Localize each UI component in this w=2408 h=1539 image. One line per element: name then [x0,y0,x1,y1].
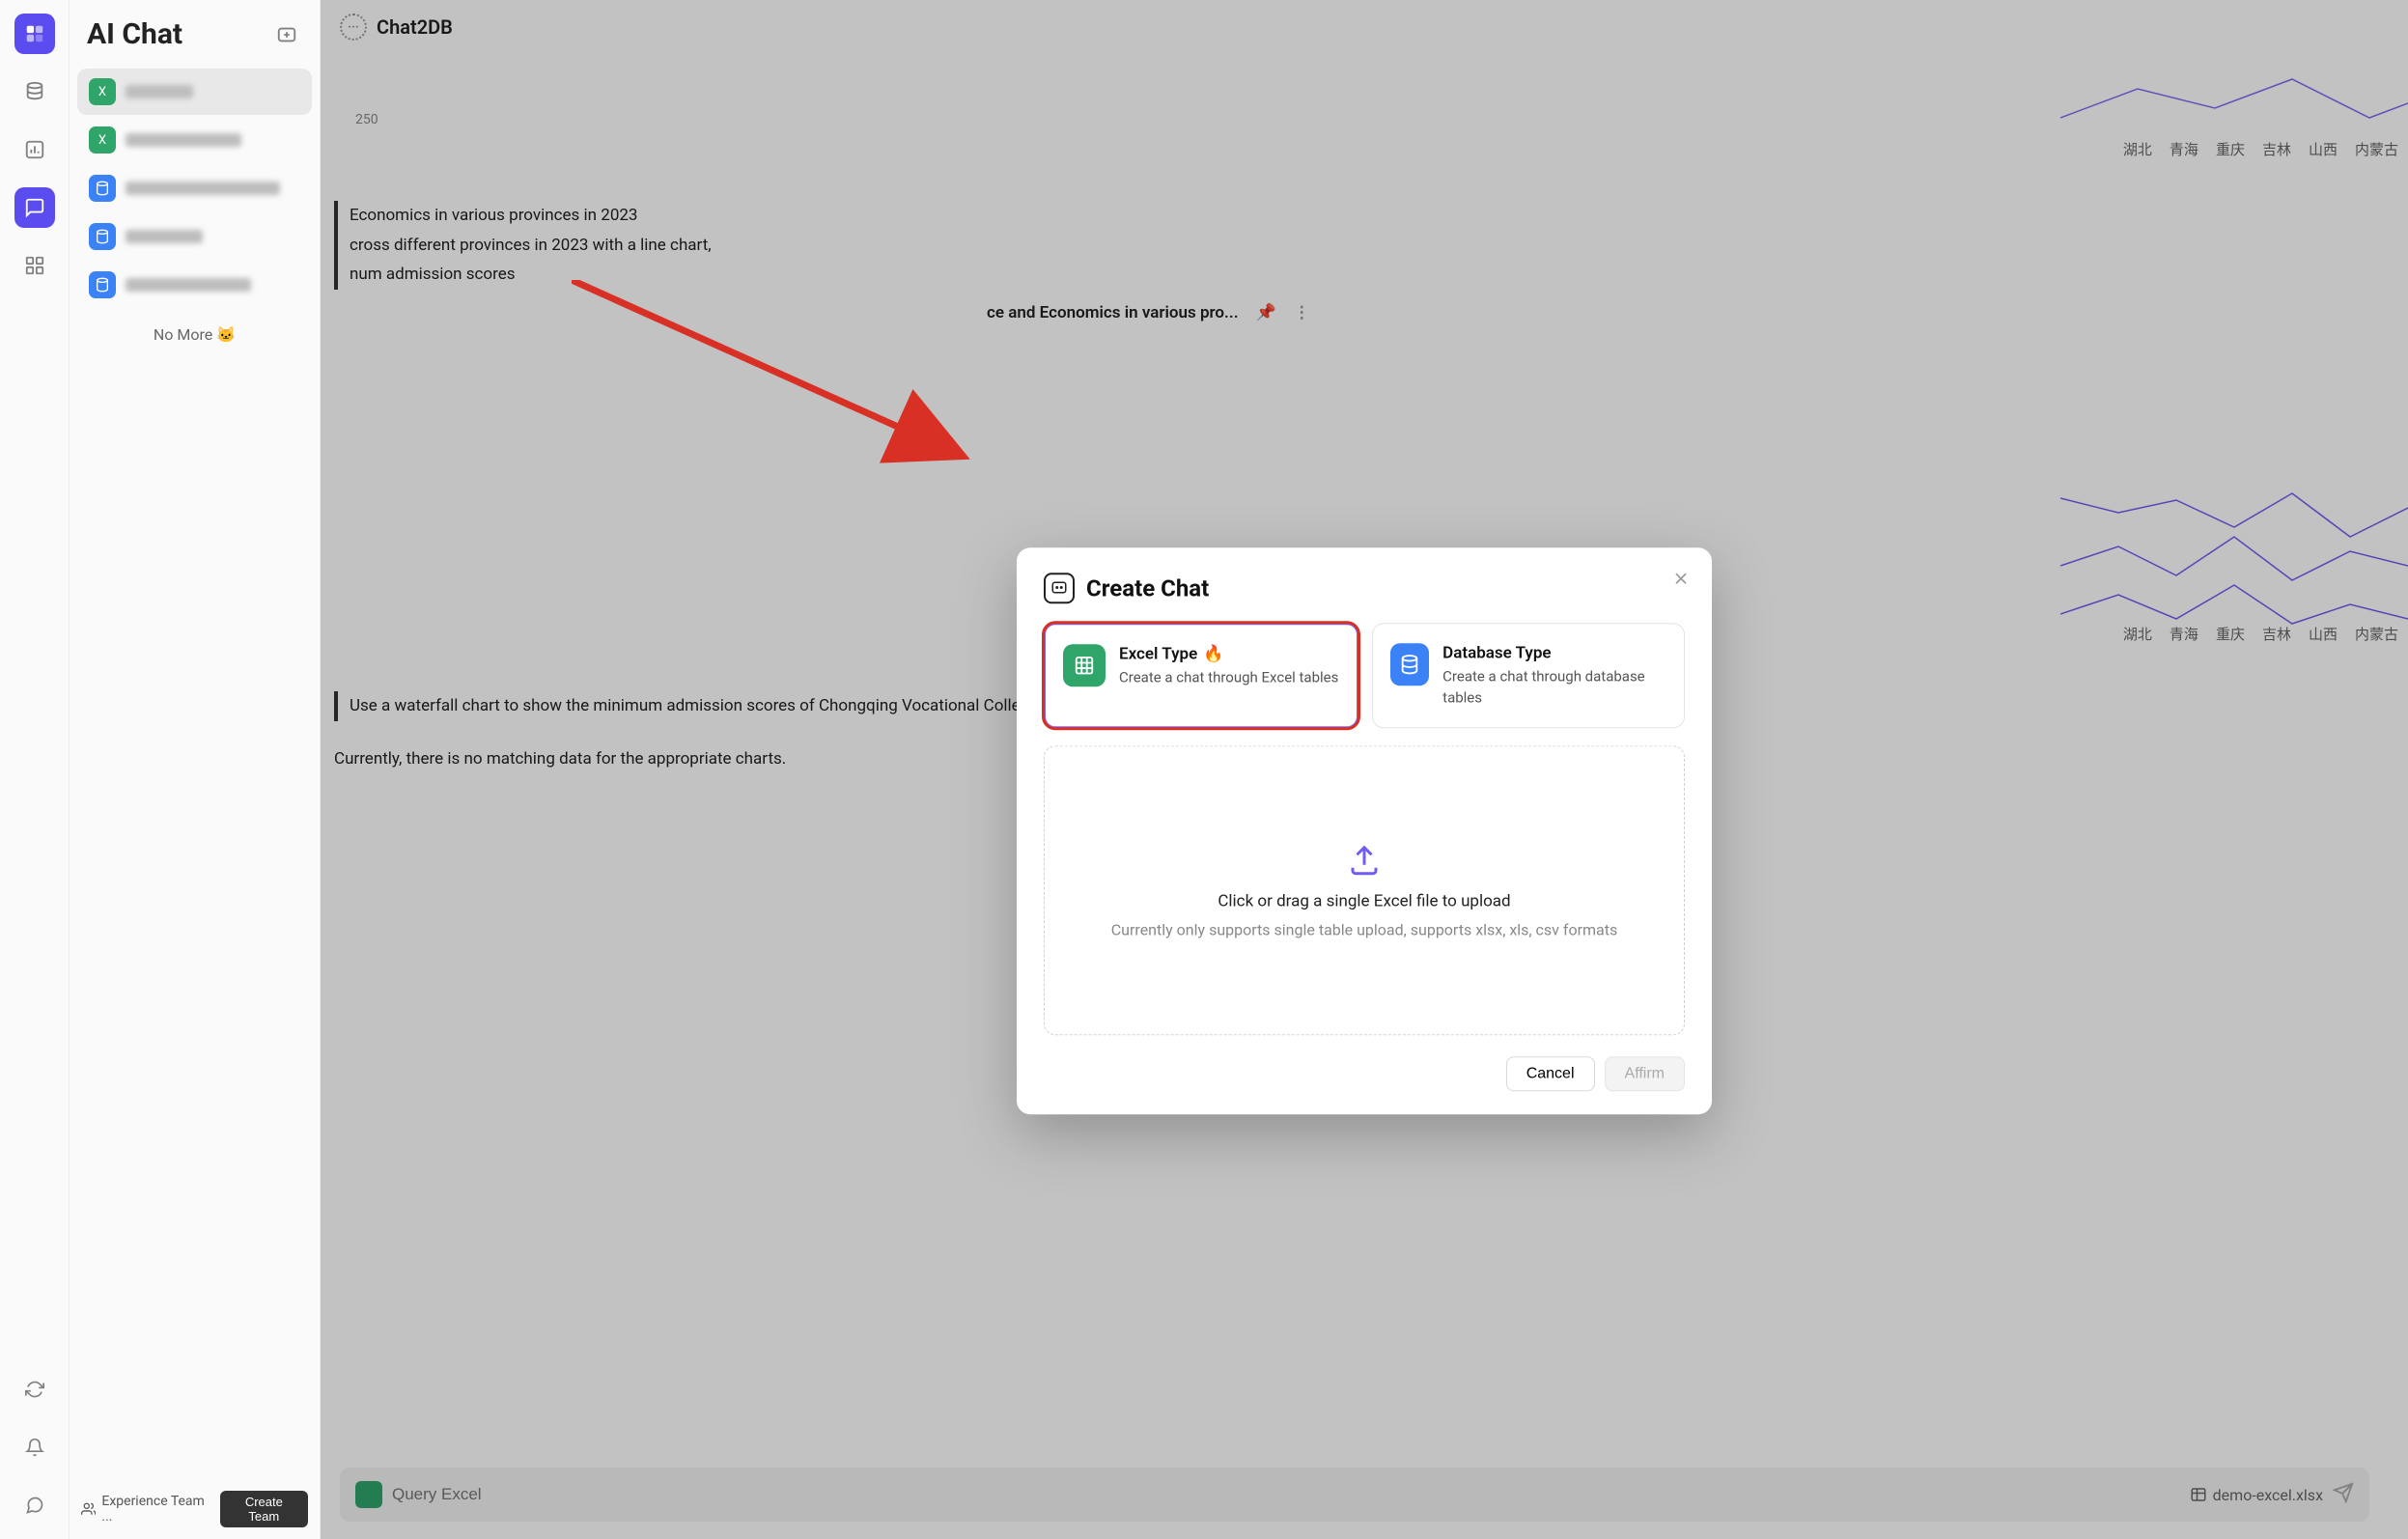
rail-message-icon[interactable] [14,1485,55,1525]
create-team-button[interactable]: Create Team [220,1491,308,1527]
database-icon [1390,643,1429,686]
rail-chart-icon[interactable] [14,129,55,170]
modal-chat-icon [1044,573,1075,603]
no-more-label: No More 🐱 [77,308,312,361]
app-logo [14,14,55,54]
chat-item[interactable]: X [77,69,312,115]
modal-close-button[interactable] [1671,569,1691,592]
upload-icon [1347,843,1382,881]
rail-refresh-icon[interactable] [14,1369,55,1410]
chat-item[interactable]: X [77,117,312,163]
sidebar-footer: Experience Team ... Create Team [77,1485,312,1533]
chat-item-label [126,278,251,292]
upload-title: Click or drag a single Excel file to upl… [1218,891,1510,910]
card-desc: Create a chat through Excel tables [1119,667,1338,688]
chat-item[interactable] [77,213,312,260]
upload-dropzone[interactable]: Click or drag a single Excel file to upl… [1044,746,1685,1036]
database-icon [89,223,116,250]
database-icon [89,175,116,202]
card-title: Database Type [1442,643,1666,662]
chat-item-label [126,182,280,195]
chat-sidebar: AI Chat X X [70,0,321,1539]
chat-item[interactable] [77,262,312,308]
modal-title: Create Chat [1086,574,1209,602]
chat-item[interactable] [77,165,312,211]
database-type-card[interactable]: Database Type Create a chat through data… [1372,623,1685,729]
fire-icon: 🔥 [1203,644,1223,663]
sidebar-title: AI Chat [87,17,182,51]
upload-subtitle: Currently only supports single table upl… [1111,920,1617,938]
rail-apps-icon[interactable] [14,245,55,286]
rail-bell-icon[interactable] [14,1427,55,1468]
excel-icon: X [89,126,116,154]
chat-list: X X [77,69,312,308]
team-label: Experience Team ... [101,1494,213,1525]
rail-database-icon[interactable] [14,71,55,112]
card-title: Excel Type 🔥 [1119,644,1338,663]
chat-item-label [126,230,203,243]
left-rail [0,0,70,1539]
chat-item-label [126,133,241,147]
excel-type-card[interactable]: Excel Type 🔥 Create a chat through Excel… [1044,623,1358,729]
cancel-button[interactable]: Cancel [1506,1057,1595,1092]
database-icon [89,271,116,298]
card-desc: Create a chat through database tables [1442,666,1666,709]
excel-icon [1063,644,1106,686]
affirm-button[interactable]: Affirm [1605,1057,1685,1092]
new-chat-button[interactable] [271,19,302,50]
chat-item-label [126,85,193,98]
excel-icon: X [89,78,116,105]
team-icon [81,1501,96,1517]
rail-chat-icon[interactable] [14,187,55,228]
create-chat-modal: Create Chat Excel Type 🔥 Create a chat t [1017,547,1712,1115]
main-panel: ··· Chat2DB 250 湖北 青海 重庆 吉林 山西 内蒙古 Econo… [321,0,2408,1539]
